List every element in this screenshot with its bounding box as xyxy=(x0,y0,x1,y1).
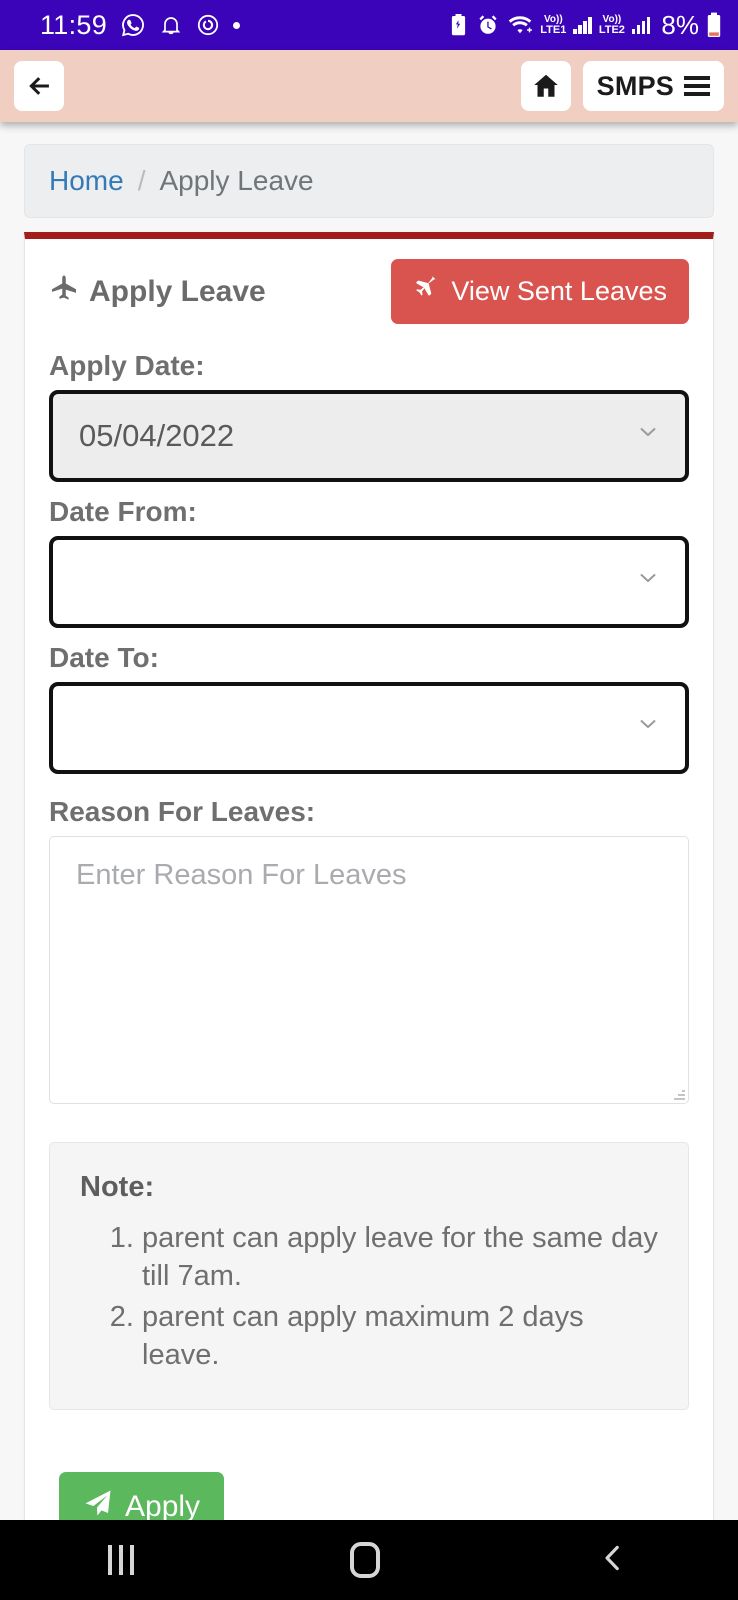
hamburger-menu-icon xyxy=(684,76,710,96)
signal2-icon xyxy=(631,16,651,34)
note-title: Note: xyxy=(80,1171,155,1203)
date-to-label: Date To: xyxy=(49,642,159,673)
apply-button-label: Apply xyxy=(125,1489,201,1523)
airplane-icon xyxy=(413,275,439,308)
date-from-label: Date From: xyxy=(49,496,197,527)
resize-handle-icon[interactable] xyxy=(673,1088,685,1100)
view-sent-leaves-label: View Sent Leaves xyxy=(451,276,667,306)
breadcrumb: Home / Apply Leave xyxy=(24,144,714,218)
chevron-down-icon xyxy=(635,562,661,598)
home-circle-icon[interactable] xyxy=(350,1542,380,1578)
clock-app-icon xyxy=(196,13,220,37)
card-header: Apply Leave View Sent Leaves xyxy=(49,259,689,324)
battery-saver-icon xyxy=(448,13,469,37)
back-button[interactable] xyxy=(14,61,64,111)
apply-leave-card-body: Apply Leave View Sent Leaves Apply Date:… xyxy=(25,239,713,1542)
reason-label: Reason For Leaves: xyxy=(49,796,316,827)
alarm-icon xyxy=(476,13,500,37)
recents-icon[interactable] xyxy=(108,1545,134,1575)
page-content: Home / Apply Leave Apply Leave View Sent… xyxy=(0,122,738,1565)
reason-textarea[interactable]: Enter Reason For Leaves xyxy=(49,836,689,1104)
note-list: parent can apply leave for the same day … xyxy=(80,1220,658,1375)
apply-date-select[interactable]: 05/04/2022 xyxy=(49,390,689,482)
wifi-icon xyxy=(507,13,533,37)
view-sent-leaves-button[interactable]: View Sent Leaves xyxy=(391,259,689,324)
chevron-left-icon[interactable] xyxy=(596,1541,630,1580)
brand-label: SMPS xyxy=(596,70,674,101)
android-nav-bar xyxy=(0,1520,738,1600)
status-bar-clock: 11:59 xyxy=(40,9,108,40)
reason-placeholder: Enter Reason For Leaves xyxy=(76,859,407,891)
app-header-bar: SMPS xyxy=(0,50,738,122)
app-header-actions: SMPS xyxy=(520,61,724,111)
dot-indicator xyxy=(233,21,241,29)
battery-percent-label: 8% xyxy=(661,9,699,40)
date-to-select[interactable] xyxy=(49,682,689,774)
date-from-select[interactable] xyxy=(49,536,689,628)
breadcrumb-home-link[interactable]: Home xyxy=(49,165,124,197)
volte2-icon: Vo)) LTE2 xyxy=(598,13,625,36)
status-bar-left: 11:59 xyxy=(40,9,241,41)
brand-menu-button[interactable]: SMPS xyxy=(582,61,724,111)
list-item: parent can apply leave for the same day … xyxy=(142,1220,658,1295)
apply-date-label: Apply Date: xyxy=(49,350,205,381)
apply-leave-card: Apply Leave View Sent Leaves Apply Date:… xyxy=(24,232,714,1565)
phone-screen: 11:59 Vo)) LTE1 Vo)) LTE2 8% SMPS Home /… xyxy=(0,0,738,1600)
list-item: parent can apply maximum 2 days leave. xyxy=(142,1299,658,1374)
status-bar: 11:59 Vo)) LTE1 Vo)) LTE2 8% xyxy=(0,0,738,50)
whatsapp-icon xyxy=(120,12,146,38)
apply-date-value: 05/04/2022 xyxy=(79,418,235,453)
chevron-down-icon xyxy=(635,708,661,744)
page-title-label: Apply Leave xyxy=(89,274,266,308)
bell-icon xyxy=(159,13,183,37)
page-title: Apply Leave xyxy=(49,273,266,311)
note-box: Note: parent can apply leave for the sam… xyxy=(49,1142,689,1410)
airplane-up-icon xyxy=(49,273,79,311)
signal1-icon xyxy=(573,16,592,34)
breadcrumb-separator: / xyxy=(137,165,146,196)
status-bar-right: Vo)) LTE1 Vo)) LTE2 8% xyxy=(448,10,722,41)
battery-icon xyxy=(706,12,722,38)
chevron-down-icon xyxy=(635,416,661,452)
breadcrumb-current: Apply Leave xyxy=(159,165,314,196)
home-button[interactable] xyxy=(520,61,571,111)
volte1-icon: Vo)) LTE1 xyxy=(540,13,567,36)
